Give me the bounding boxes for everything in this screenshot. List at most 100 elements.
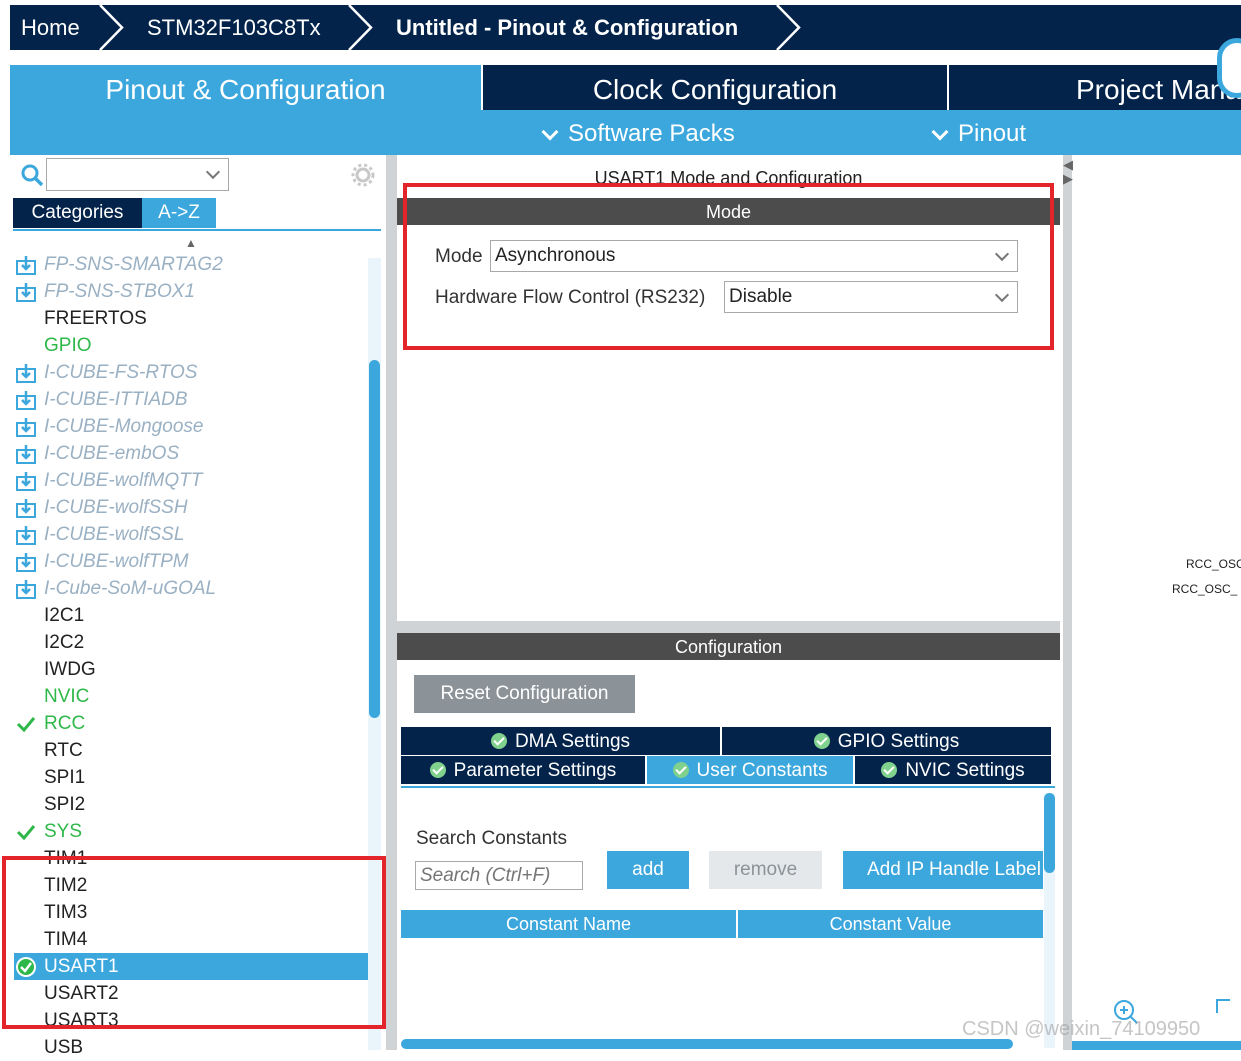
fit-view-icon[interactable] — [1216, 999, 1230, 1013]
remove-constant-button[interactable]: remove — [709, 851, 822, 889]
reset-configuration-button[interactable]: Reset Configuration — [414, 675, 635, 713]
software-packs-label: Software Packs — [568, 120, 735, 147]
tab-gpio-settings[interactable]: GPIO Settings — [722, 727, 1051, 755]
category-item[interactable]: NVIC — [14, 683, 369, 710]
category-item[interactable]: I-CUBE-wolfSSL — [14, 521, 369, 548]
tab-pinout-configuration[interactable]: Pinout & Configuration — [10, 65, 481, 110]
download-pack-icon — [16, 472, 36, 491]
mode-select[interactable]: Asynchronous — [490, 240, 1018, 272]
download-pack-icon — [16, 580, 36, 599]
tab-nvic-settings[interactable]: NVIC Settings — [855, 756, 1051, 784]
category-item[interactable]: FP-SNS-STBOX1 — [14, 278, 369, 305]
tab-parameter-settings[interactable]: Parameter Settings — [401, 756, 645, 784]
category-item-label: TIM4 — [44, 929, 88, 950]
add-ip-handle-label-button[interactable]: Add IP Handle Label — [843, 851, 1043, 889]
tab-underline — [13, 229, 381, 231]
category-item[interactable]: USART2 — [14, 980, 369, 1007]
tab-categories[interactable]: Categories — [13, 198, 142, 228]
download-pack-icon — [16, 553, 36, 572]
check-circle-icon — [881, 762, 898, 778]
search-constants-input[interactable] — [415, 861, 583, 890]
category-item-label: I2C2 — [44, 632, 85, 653]
download-pack-icon — [16, 526, 36, 545]
category-item[interactable]: I-CUBE-ITTIADB — [14, 386, 369, 413]
category-item[interactable]: IWDG — [14, 656, 369, 683]
tab-dma-settings[interactable]: DMA Settings — [401, 727, 720, 755]
scrollbar-thumb[interactable] — [369, 360, 380, 718]
flow-control-label: Hardware Flow Control (RS232) — [435, 287, 706, 308]
category-item[interactable]: I-CUBE-FS-RTOS — [14, 359, 369, 386]
category-item[interactable]: I2C2 — [14, 629, 369, 656]
category-item[interactable]: SPI2 — [14, 791, 369, 818]
category-item[interactable]: SPI1 — [14, 764, 369, 791]
download-pack-icon — [16, 283, 36, 302]
section-divider[interactable] — [397, 621, 1060, 633]
pinout-menu[interactable]: Pinout — [931, 110, 1026, 155]
flow-control-select[interactable]: Disable — [724, 281, 1018, 313]
search-combobox[interactable] — [46, 158, 229, 191]
config-scrollbar-thumb[interactable] — [1044, 793, 1055, 873]
category-item[interactable]: FREERTOS — [14, 305, 369, 332]
mode-section-header: Mode — [397, 198, 1060, 225]
category-item[interactable]: GPIO — [14, 332, 369, 359]
category-item[interactable]: TIM2 — [14, 872, 369, 899]
category-item-label: RTC — [44, 740, 83, 761]
category-item-label: SYS — [44, 821, 83, 842]
category-item[interactable]: I-CUBE-wolfMQTT — [14, 467, 369, 494]
tab-clock-configuration[interactable]: Clock Configuration — [483, 65, 947, 110]
category-item[interactable]: TIM1 — [14, 845, 369, 872]
category-item-label: I-CUBE-embOS — [44, 443, 180, 464]
breadcrumb: Home STM32F103C8Tx Untitled - Pinout & C… — [10, 5, 1241, 50]
category-item[interactable]: I-Cube-SoM-uGOAL — [14, 575, 369, 602]
tab-dma-settings-label: DMA Settings — [514, 731, 631, 752]
check-circle-icon — [16, 957, 36, 977]
category-item-label: NVIC — [44, 686, 90, 707]
category-item[interactable]: RCC — [14, 710, 369, 737]
breadcrumb-project[interactable]: Untitled - Pinout & Configuration — [396, 5, 738, 50]
pinout-scrollbar[interactable] — [1072, 1041, 1241, 1050]
chevron-down-icon — [541, 123, 559, 141]
software-packs-menu[interactable]: Software Packs — [541, 110, 735, 155]
category-item[interactable]: USB — [14, 1034, 369, 1061]
category-item[interactable]: TIM3 — [14, 899, 369, 926]
category-item[interactable]: I-CUBE-wolfSSH — [14, 494, 369, 521]
check-circle-icon — [429, 762, 446, 778]
download-pack-icon — [16, 499, 36, 518]
collapse-arrow-icon[interactable]: ▲ — [185, 236, 197, 250]
panel-divider[interactable] — [386, 155, 397, 1050]
st-logo-icon — [1217, 38, 1241, 98]
collapse-panel-icon[interactable]: ◀ ▶ — [1063, 158, 1073, 186]
category-item[interactable]: I2C1 — [14, 602, 369, 629]
right-panel-divider[interactable] — [1063, 155, 1072, 1050]
add-constant-button[interactable]: add — [607, 851, 689, 889]
search-icon[interactable] — [20, 163, 44, 187]
tab-user-constants[interactable]: User Constants — [647, 756, 853, 784]
category-item-label: USB — [44, 1037, 84, 1058]
category-item[interactable]: I-CUBE-embOS — [14, 440, 369, 467]
category-item[interactable]: USART1 — [14, 953, 369, 980]
column-header-constant-value[interactable]: Constant Value — [738, 910, 1043, 938]
category-item[interactable]: RTC — [14, 737, 369, 764]
tab-project-manager[interactable]: Project Mana — [949, 65, 1241, 110]
category-item[interactable]: USART3 — [14, 1007, 369, 1034]
column-header-constant-name[interactable]: Constant Name — [401, 910, 736, 938]
gear-icon[interactable] — [351, 163, 375, 187]
category-item-label: I-CUBE-Mongoose — [44, 416, 204, 437]
breadcrumb-home[interactable]: Home — [21, 5, 80, 50]
category-item-label: RCC — [44, 713, 86, 734]
tab-underline — [401, 786, 1055, 788]
tab-a-z[interactable]: A->Z — [142, 198, 216, 228]
category-item[interactable]: SYS — [14, 818, 369, 845]
breadcrumb-device[interactable]: STM32F103C8Tx — [147, 5, 321, 50]
category-item[interactable]: I-CUBE-wolfTPM — [14, 548, 369, 575]
category-item[interactable]: TIM4 — [14, 926, 369, 953]
horizontal-scrollbar-thumb[interactable] — [401, 1039, 1013, 1049]
category-item[interactable]: I-CUBE-Mongoose — [14, 413, 369, 440]
category-item-label: I-CUBE-wolfTPM — [44, 551, 189, 572]
check-circle-icon — [490, 733, 507, 749]
category-item-label: FP-SNS-STBOX1 — [44, 281, 195, 302]
mode-select-value: Asynchronous — [495, 245, 616, 266]
category-item[interactable]: FP-SNS-SMARTAG2 — [14, 251, 369, 278]
chevron-down-icon — [994, 287, 1010, 303]
configuration-section-header: Configuration — [397, 633, 1060, 660]
